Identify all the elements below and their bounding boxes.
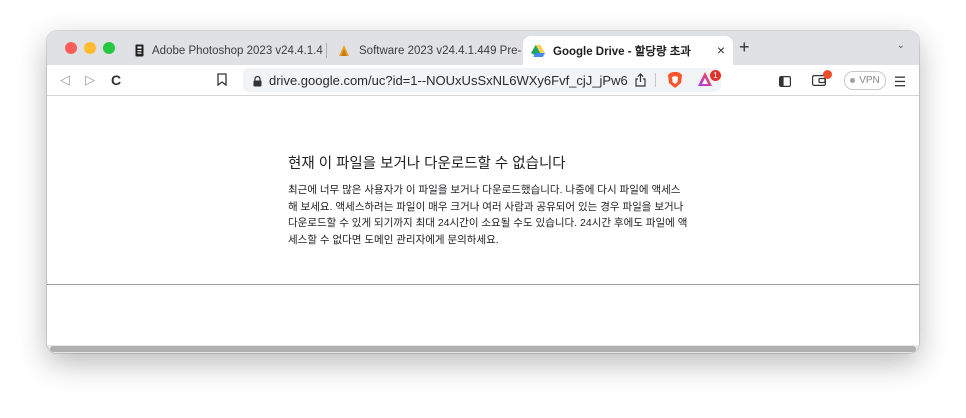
tab-software[interactable]: Software 2023 v24.4.1.449 Pre-activ — [329, 36, 521, 65]
brave-shields-icon[interactable] — [667, 71, 683, 94]
url-separator — [655, 73, 656, 87]
lock-icon[interactable] — [253, 74, 262, 92]
close-window-button[interactable] — [65, 42, 77, 54]
tab-photoshop[interactable]: Adobe Photoshop 2023 v24.4.1.449 — [127, 36, 323, 65]
back-button[interactable]: ◁ — [60, 72, 70, 88]
reload-button[interactable]: C — [111, 72, 121, 88]
google-drive-icon — [531, 44, 545, 57]
tab-separator — [326, 43, 327, 58]
vpn-status-dot — [850, 78, 856, 83]
bookmark-icon[interactable] — [217, 73, 227, 91]
horizontal-scrollbar[interactable] — [47, 345, 919, 353]
error-title: 현재 이 파일을 보거나 다운로드할 수 없습니다 — [288, 156, 566, 172]
toolbar: ◁ ▷ C drive.google.com/uc?id=1--NOUxUsSx… — [47, 65, 919, 96]
sidebar-icon[interactable] — [779, 74, 792, 92]
tab-bar: Adobe Photoshop 2023 v24.4.1.449 Softwar… — [47, 31, 919, 65]
new-tab-button[interactable]: + — [739, 38, 750, 56]
minimize-window-button[interactable] — [84, 42, 96, 54]
zoom-window-button[interactable] — [103, 42, 115, 54]
tab-google-drive[interactable]: Google Drive - 할당량 초과 × — [523, 36, 733, 65]
address-bar[interactable]: drive.google.com/uc?id=1--NOUxUsSxNL6WXy… — [243, 68, 721, 92]
page-content: 현재 이 파일을 보거나 다운로드할 수 없습니다 최근에 너무 많은 사용자가… — [47, 96, 919, 353]
browser-window: Adobe Photoshop 2023 v24.4.1.449 Softwar… — [47, 31, 919, 353]
vpn-label: VPN — [859, 75, 880, 86]
software-site-icon — [337, 44, 351, 58]
tab-label: Adobe Photoshop 2023 v24.4.1.449 — [152, 44, 323, 57]
url-text[interactable]: drive.google.com/uc?id=1--NOUxUsSxNL6WXy… — [269, 73, 629, 88]
hamburger-menu-icon[interactable] — [895, 74, 905, 92]
scrollbar-thumb[interactable] — [50, 346, 916, 352]
vpn-button[interactable]: VPN — [844, 71, 886, 90]
error-message: 최근에 너무 많은 사용자가 이 파일을 보거나 다운로드했습니다. 나중에 다… — [288, 184, 688, 246]
wallet-notification-dot — [823, 70, 832, 79]
document-icon — [135, 44, 144, 57]
tab-label: Software 2023 v24.4.1.449 Pre-activ — [359, 44, 521, 57]
forward-button[interactable]: ▷ — [85, 72, 95, 88]
divider — [47, 284, 919, 285]
tab-search-chevron-icon[interactable]: ⌄ — [897, 40, 905, 51]
tab-label: Google Drive - 할당량 초과 — [553, 45, 691, 58]
rewards-badge: 1 — [710, 70, 721, 81]
share-icon[interactable] — [635, 73, 646, 92]
close-tab-icon[interactable]: × — [717, 42, 725, 58]
